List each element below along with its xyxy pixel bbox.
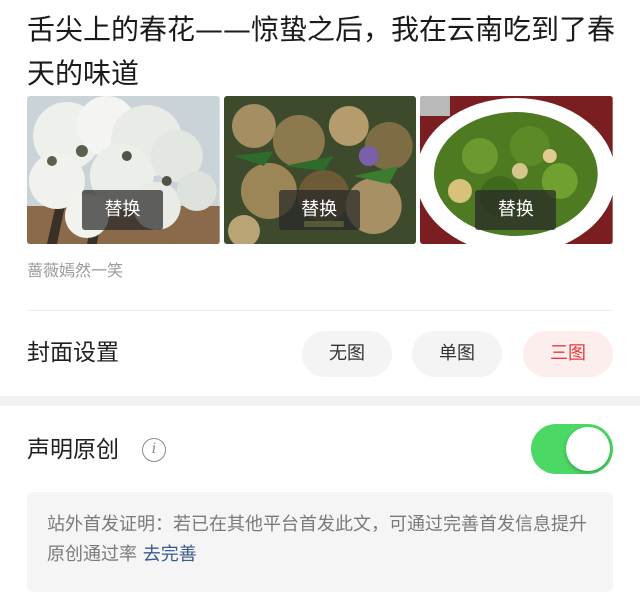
cover-option-single[interactable]: 单图 xyxy=(412,331,502,377)
first-publish-notice: 站外首发证明：若已在其他平台首发此文，可通过完善首发信息提升原创通过率 去完善 xyxy=(27,492,613,592)
article-title: 舌尖上的春花——惊蛰之后，我在云南吃到了春天的味道 xyxy=(27,13,616,90)
complete-info-link[interactable]: 去完善 xyxy=(143,544,197,565)
cover-option-three[interactable]: 三图 xyxy=(523,331,613,377)
replace-button-3[interactable]: 替换 xyxy=(475,190,557,230)
info-icon[interactable]: i xyxy=(142,438,166,462)
section-separator xyxy=(0,396,640,406)
cover-image-1[interactable]: 替换 xyxy=(27,96,220,244)
author-name: 蔷薇嫣然一笑 xyxy=(27,261,124,280)
declare-original-label: 声明原创 xyxy=(27,437,119,463)
toggle-knob xyxy=(566,427,610,471)
cover-thumbnails: 替换 替换 替换 xyxy=(27,96,614,244)
cover-image-3[interactable]: 替换 xyxy=(420,96,614,244)
notice-text: 站外首发证明：若已在其他平台首发此文，可通过完善首发信息提升原创通过率 xyxy=(47,514,587,565)
cover-image-2[interactable]: 替换 xyxy=(223,96,417,244)
declare-original-toggle[interactable] xyxy=(531,424,613,474)
cover-settings-label: 封面设置 xyxy=(27,340,119,366)
replace-button-1[interactable]: 替换 xyxy=(82,190,163,230)
publish-settings-screen: 舌尖上的春花——惊蛰之后，我在云南吃到了春天的味道 替换 替换 替换 蔷薇嫣然一… xyxy=(0,0,640,601)
replace-button-2[interactable]: 替换 xyxy=(278,190,360,230)
divider xyxy=(27,310,613,311)
cover-option-none[interactable]: 无图 xyxy=(302,331,392,377)
